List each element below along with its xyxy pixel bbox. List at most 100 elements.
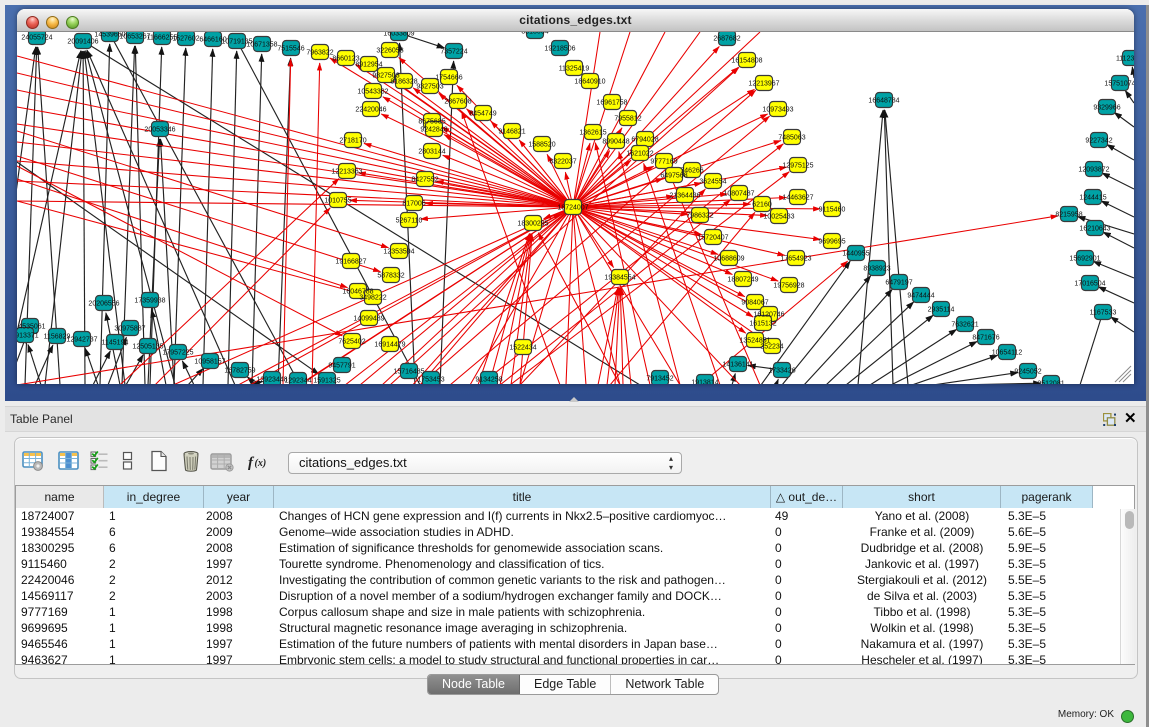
svg-text:3226058: 3226058 — [376, 47, 403, 54]
svg-text:10025433: 10025433 — [763, 213, 794, 220]
svg-text:2512081: 2512081 — [1037, 380, 1064, 384]
svg-text:9457791: 9457791 — [328, 362, 355, 369]
svg-text:62160: 62160 — [752, 201, 772, 208]
svg-text:9227342: 9227342 — [1085, 137, 1112, 144]
svg-text:24055724: 24055724 — [21, 34, 52, 41]
svg-text:3498222: 3498222 — [359, 294, 386, 301]
svg-text:17654923: 17654923 — [780, 255, 811, 262]
svg-text:8912954: 8912954 — [355, 61, 382, 68]
svg-text:9134258: 9134258 — [475, 376, 502, 383]
svg-text:8215958: 8215958 — [1055, 211, 1082, 218]
svg-text:1167533: 1167533 — [1090, 309, 1117, 316]
svg-text:15692901: 15692901 — [1069, 255, 1100, 262]
svg-text:12923448: 12923448 — [256, 376, 287, 383]
svg-text:10958157: 10958157 — [194, 358, 225, 365]
svg-text:16914479: 16914479 — [374, 341, 405, 348]
svg-text:7986322: 7986322 — [686, 212, 713, 219]
svg-text:8186328: 8186328 — [390, 78, 417, 85]
svg-text:18807249: 18807249 — [727, 276, 758, 283]
svg-text:20053346: 20053346 — [144, 126, 175, 133]
svg-text:18640910: 18640910 — [574, 78, 605, 85]
svg-text:12213363: 12213363 — [331, 168, 362, 175]
svg-text:16210643: 16210643 — [1079, 225, 1110, 232]
svg-text:9084067: 9084067 — [741, 299, 768, 306]
svg-text:2803144: 2803144 — [418, 148, 445, 155]
svg-text:15751074: 15751074 — [1104, 80, 1134, 87]
svg-text:7963822: 7963822 — [306, 49, 333, 56]
svg-text:16961758: 16961758 — [596, 99, 627, 106]
svg-text:12942737: 12942737 — [66, 336, 97, 343]
svg-text:2687682: 2687682 — [713, 35, 740, 42]
svg-text:18724007: 18724007 — [557, 204, 588, 211]
svg-text:16033809: 16033809 — [383, 32, 414, 37]
svg-text:7625402: 7625402 — [338, 338, 365, 345]
svg-text:17016504: 17016504 — [1074, 280, 1105, 287]
svg-text:15720407: 15720407 — [697, 234, 728, 241]
svg-text:19166827: 19166827 — [335, 258, 366, 265]
svg-text:1145194: 1145194 — [102, 339, 129, 346]
svg-text:18300295: 18300295 — [517, 220, 548, 227]
svg-text:6794028: 6794028 — [631, 136, 658, 143]
svg-text:1621022: 1621022 — [626, 150, 653, 157]
svg-text:12093872: 12093872 — [1078, 166, 1109, 173]
svg-text:7955812: 7955812 — [614, 115, 641, 122]
svg-text:9115460: 9115460 — [819, 206, 846, 213]
svg-text:16120746: 16120746 — [753, 311, 784, 318]
svg-text:12213967: 12213967 — [748, 80, 779, 87]
svg-text:5878332: 5878332 — [377, 272, 404, 279]
svg-text:9245052: 9245052 — [1014, 368, 1041, 375]
svg-text:8813054: 8813054 — [521, 32, 548, 35]
svg-text:1527602: 1527602 — [172, 35, 199, 42]
svg-text:6497568: 6497568 — [660, 172, 687, 179]
svg-text:8471676: 8471676 — [972, 334, 999, 341]
svg-text:14535061: 14535061 — [17, 323, 46, 330]
svg-text:1522434: 1522434 — [509, 344, 536, 351]
svg-text:12353594: 12353594 — [383, 248, 414, 255]
svg-text:1010755: 1010755 — [324, 197, 351, 204]
svg-text:1292344: 1292344 — [284, 377, 311, 384]
svg-text:1244415: 1244415 — [1079, 194, 1106, 201]
svg-text:10671358: 10671358 — [246, 41, 277, 48]
svg-text:10807487: 10807487 — [723, 190, 754, 197]
svg-text:30975887: 30975887 — [114, 325, 145, 332]
svg-text:1615132: 1615132 — [749, 320, 776, 327]
svg-text:12505135: 12505135 — [132, 343, 163, 350]
svg-text:17957225: 17957225 — [162, 349, 193, 356]
svg-text:7357224: 7357224 — [440, 48, 467, 55]
svg-text:9242848: 9242848 — [420, 126, 447, 133]
svg-text:10688609: 10688609 — [713, 255, 744, 262]
svg-text:10973493: 10973493 — [762, 106, 793, 113]
svg-text:3913371: 3913371 — [17, 332, 39, 339]
svg-text:1753453: 1753453 — [417, 376, 444, 383]
svg-text:20091406: 20091406 — [67, 38, 98, 45]
svg-text:12975125: 12975125 — [782, 162, 813, 169]
svg-text:8938923: 8938923 — [863, 265, 890, 272]
svg-text:1913814: 1913814 — [691, 379, 718, 384]
svg-text:1588520: 1588520 — [528, 141, 555, 148]
svg-text:11123271: 11123271 — [1116, 55, 1134, 62]
svg-text:9146821: 9146821 — [498, 128, 525, 135]
svg-text:1440955: 1440955 — [842, 250, 869, 257]
svg-text:7632621: 7632621 — [951, 321, 978, 328]
svg-text:2935114: 2935114 — [928, 306, 955, 313]
svg-text:19756928: 19756928 — [773, 282, 804, 289]
svg-text:7485063: 7485063 — [778, 134, 805, 141]
svg-text:9777169: 9777169 — [650, 158, 677, 165]
svg-text:8675685: 8675685 — [418, 118, 445, 125]
svg-text:16782759: 16782759 — [224, 367, 255, 374]
svg-text:3624554: 3624554 — [699, 178, 726, 185]
svg-text:16648784: 16648784 — [868, 97, 899, 104]
svg-text:19384554: 19384554 — [604, 274, 635, 281]
svg-text:8427552: 8427552 — [411, 176, 438, 183]
svg-text:817006: 817006 — [402, 200, 425, 207]
svg-text:9474444: 9474444 — [907, 292, 934, 299]
svg-text:15716485: 15716485 — [393, 368, 424, 375]
svg-text:22420046: 22420046 — [355, 106, 386, 113]
svg-text:17359938: 17359938 — [134, 297, 165, 304]
svg-text:14463627: 14463627 — [782, 194, 813, 201]
svg-text:16154808: 16154808 — [731, 57, 762, 64]
svg-text:9699695: 9699695 — [818, 238, 845, 245]
svg-text:5267110: 5267110 — [396, 217, 423, 224]
svg-text:8322037: 8322037 — [549, 158, 576, 165]
svg-text:1591325: 1591325 — [313, 377, 340, 384]
